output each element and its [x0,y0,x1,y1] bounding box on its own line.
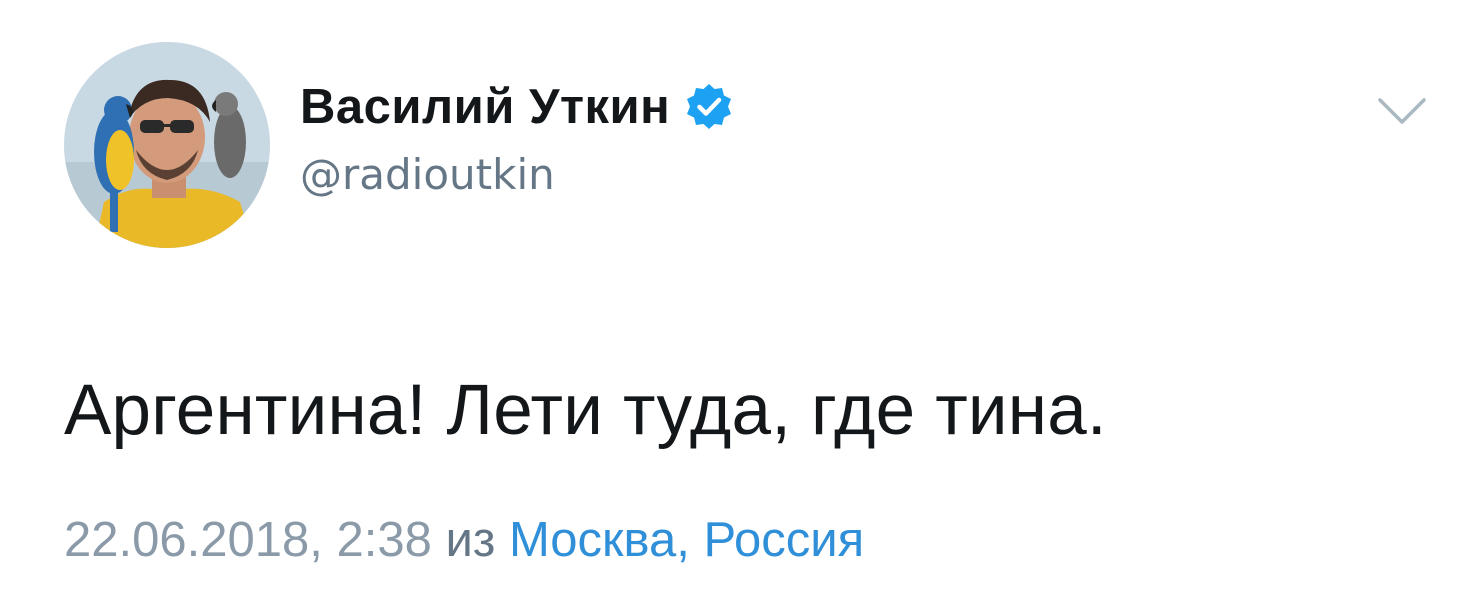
from-label: из [445,513,496,567]
tweet-location[interactable]: Москва, Россия [509,513,864,567]
author-row: Василий Уткин [300,78,734,136]
author-display-name[interactable]: Василий Уткин [300,79,670,135]
tweet-timestamp[interactable]: 22.06.2018, 2:38 [64,513,432,567]
avatar-image [64,42,270,248]
verified-badge-icon [684,82,734,132]
avatar[interactable] [64,42,270,248]
tweet-meta: 22.06.2018, 2:38 из Москва, Россия [64,512,864,568]
tweet-text: Аргентина! Лети туда, где тина. [64,371,1107,450]
chevron-down-icon[interactable] [1376,94,1428,130]
tweet-card: Василий Уткин @radioutkin Аргентина! Лет… [0,0,1460,609]
author-handle[interactable]: @radioutkin [300,150,555,199]
